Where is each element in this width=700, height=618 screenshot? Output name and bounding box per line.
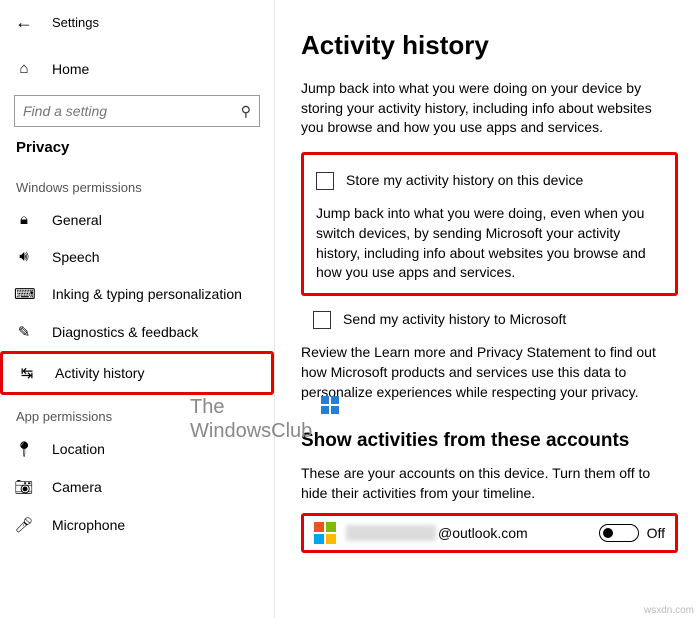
sidebar: ← Settings ⌂ Home ⚲ Privacy Windows perm…: [0, 0, 275, 618]
toggle-state-label: Off: [647, 525, 665, 541]
microsoft-logo-icon: [314, 522, 336, 544]
account-row: @outlook.com Off: [301, 513, 678, 553]
home-label: Home: [52, 61, 89, 77]
feedback-icon: ✎: [14, 323, 34, 341]
group-app-permissions: App permissions: [0, 395, 274, 430]
location-icon: 📍︎: [14, 440, 34, 458]
footer-watermark: wsxdn.com: [644, 605, 694, 616]
sidebar-item-microphone[interactable]: 🎤︎ Microphone: [0, 506, 274, 544]
nav-label: Location: [52, 441, 105, 457]
nav-label: Camera: [52, 479, 102, 495]
sidebar-item-location[interactable]: 📍︎ Location: [0, 430, 274, 468]
page-title: Activity history: [301, 30, 678, 61]
back-arrow-icon[interactable]: ←: [12, 10, 36, 34]
sidebar-item-activity-history[interactable]: ↹ Activity history: [0, 351, 274, 395]
sidebar-item-general[interactable]: 🔒︎ General: [0, 201, 274, 238]
sidebar-item-speech[interactable]: 🔊︎ Speech: [0, 238, 274, 275]
home-icon: ⌂: [14, 60, 34, 77]
sidebar-item-inking[interactable]: ⌨ Inking & typing personalization: [0, 275, 274, 313]
speech-icon: 🔊︎: [14, 248, 34, 265]
checkbox-icon: [316, 172, 334, 190]
microphone-icon: 🎤︎: [14, 516, 34, 534]
review-text: Review the Learn more and Privacy Statem…: [301, 343, 678, 402]
search-input[interactable]: ⚲: [14, 95, 260, 127]
settings-title: Settings: [52, 15, 99, 30]
nav-label: Speech: [52, 249, 99, 265]
nav-label: Microphone: [52, 517, 125, 533]
keyboard-icon: ⌨: [14, 285, 34, 303]
category-label: Privacy: [0, 139, 274, 166]
nav-label: General: [52, 212, 102, 228]
main-content: Activity history Jump back into what you…: [275, 0, 700, 618]
search-field[interactable]: [23, 103, 241, 119]
camera-icon: 📷︎: [14, 478, 34, 496]
nav-label: Activity history: [55, 365, 144, 381]
group-windows-permissions: Windows permissions: [0, 166, 274, 201]
checkbox-icon: [313, 311, 331, 329]
sidebar-home[interactable]: ⌂ Home: [0, 52, 274, 85]
store-history-label: Store my activity history on this device: [346, 171, 583, 191]
account-toggle[interactable]: [599, 524, 639, 542]
email-redacted: [346, 525, 436, 541]
send-history-desc: Jump back into what you were doing, even…: [316, 204, 663, 282]
email-domain: @outlook.com: [438, 525, 528, 541]
history-icon: ↹: [17, 364, 37, 382]
nav-label: Diagnostics & feedback: [52, 324, 198, 340]
search-icon: ⚲: [241, 103, 251, 120]
send-history-checkbox[interactable]: Send my activity history to Microsoft: [313, 310, 678, 330]
accounts-desc: These are your accounts on this device. …: [301, 464, 678, 503]
accounts-section-title: Show activities from these accounts: [301, 430, 678, 452]
nav-label: Inking & typing personalization: [52, 286, 242, 302]
sidebar-item-camera[interactable]: 📷︎ Camera: [0, 468, 274, 506]
lock-icon: 🔒︎: [14, 211, 34, 228]
sidebar-item-diagnostics[interactable]: ✎ Diagnostics & feedback: [0, 313, 274, 351]
toggle-knob-icon: [603, 528, 613, 538]
store-history-group: Store my activity history on this device…: [301, 152, 678, 296]
intro-text: Jump back into what you were doing on yo…: [301, 79, 678, 138]
send-history-label: Send my activity history to Microsoft: [343, 310, 566, 330]
store-history-checkbox[interactable]: Store my activity history on this device: [316, 171, 663, 191]
